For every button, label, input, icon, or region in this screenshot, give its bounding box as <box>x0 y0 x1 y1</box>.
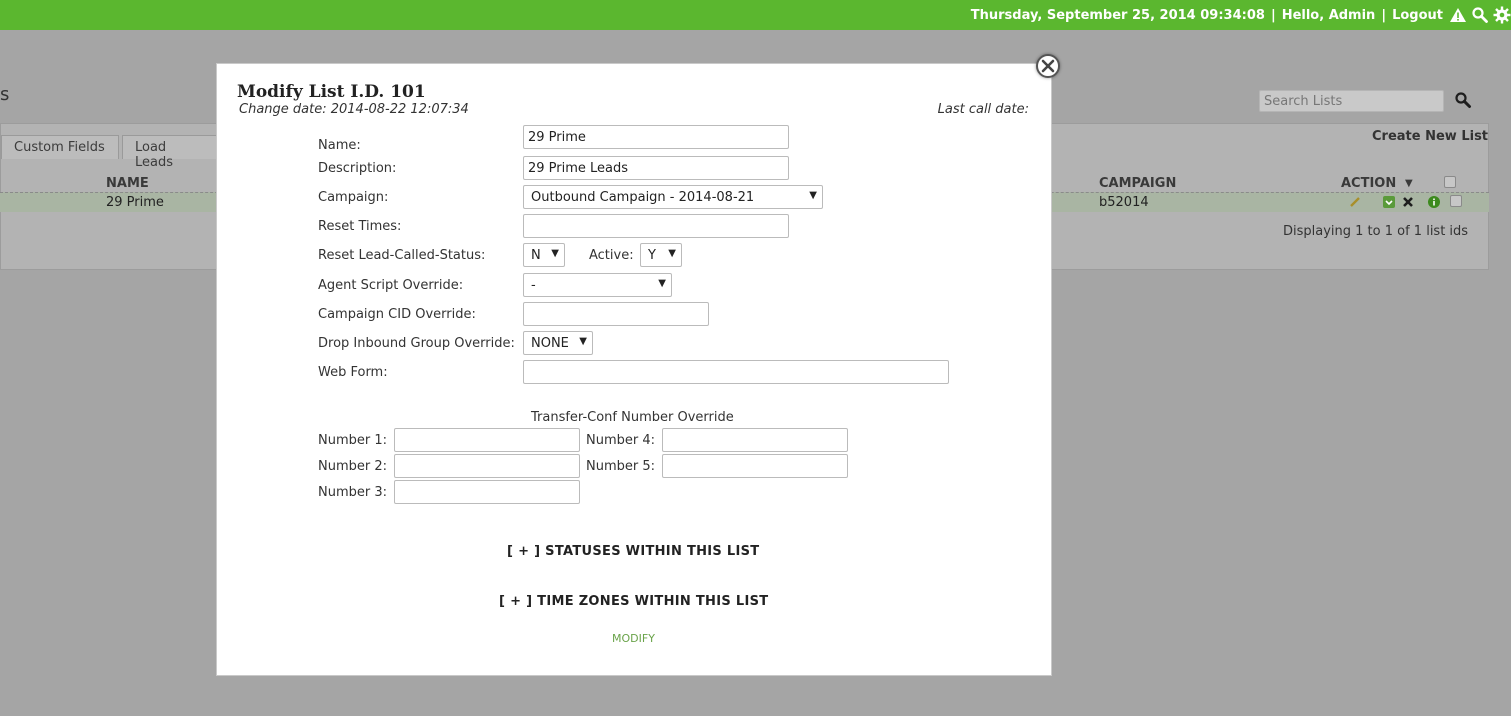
campaign-label: Campaign: <box>318 190 389 205</box>
close-modal-button[interactable] <box>1036 54 1060 78</box>
number-2-input[interactable] <box>394 454 580 478</box>
agent-script-override-select[interactable]: - ▼ <box>523 273 672 297</box>
number-4-label: Number 4: <box>586 433 656 448</box>
chevron-down-icon: ▼ <box>658 278 666 289</box>
column-header-action[interactable]: ACTION <box>1341 176 1396 191</box>
tab-custom-fields[interactable]: Custom Fields <box>1 135 119 159</box>
chevron-down-icon: ▼ <box>809 190 817 201</box>
chevron-down-icon: ▼ <box>579 336 587 347</box>
top-bar: Thursday, September 25, 2014 09:34:08 | … <box>0 0 1511 30</box>
search-icon[interactable] <box>1471 6 1489 24</box>
download-icon[interactable] <box>1383 196 1395 208</box>
campaign-cid-override-label: Campaign CID Override: <box>318 307 476 322</box>
name-input[interactable]: 29 Prime <box>523 125 789 149</box>
change-date-text: Change date: 2014-08-22 12:07:34 <box>239 102 469 117</box>
warning-icon[interactable] <box>1449 6 1467 24</box>
number-3-label: Number 3: <box>318 485 388 500</box>
web-form-input[interactable] <box>523 360 949 384</box>
agent-script-override-label: Agent Script Override: <box>318 278 464 293</box>
row-campaign-cell: b52014 <box>1099 195 1149 210</box>
separator: | <box>1270 7 1276 23</box>
number-4-input[interactable] <box>662 428 848 452</box>
reset-times-input[interactable] <box>523 214 789 238</box>
web-form-label: Web Form: <box>318 365 388 380</box>
modify-list-modal: Modify List I.D. 101 Change date: 2014-0… <box>216 63 1052 676</box>
greeting-text: Hello, Admin <box>1281 7 1376 23</box>
gear-icon[interactable] <box>1493 6 1511 24</box>
time-zones-toggle-link[interactable]: [ + ] TIME ZONES WITHIN THIS LIST <box>499 594 768 609</box>
column-header-name[interactable]: NAME <box>106 176 149 191</box>
active-select[interactable]: Y ▼ <box>640 243 682 267</box>
info-icon[interactable] <box>1428 196 1440 208</box>
row-name-cell: 29 Prime <box>106 195 164 210</box>
number-5-label: Number 5: <box>586 459 656 474</box>
separator: | <box>1381 7 1387 23</box>
logout-link[interactable]: Logout <box>1392 8 1443 23</box>
pagination-summary: Displaying 1 to 1 of 1 list ids <box>1283 224 1469 239</box>
reset-times-label: Reset Times: <box>318 219 402 234</box>
search-lists-input[interactable]: Search Lists <box>1259 90 1444 112</box>
number-1-label: Number 1: <box>318 433 388 448</box>
description-input[interactable]: 29 Prime Leads <box>523 156 789 180</box>
statuses-toggle-link[interactable]: [ + ] STATUSES WITHIN THIS LIST <box>507 544 759 559</box>
pencil-icon[interactable] <box>1349 196 1361 212</box>
drop-inbound-group-override-select[interactable]: NONE ▼ <box>523 331 593 355</box>
modal-title: Modify List I.D. 101 <box>237 82 426 102</box>
modify-button[interactable]: MODIFY <box>612 632 655 645</box>
select-all-checkbox[interactable] <box>1444 176 1456 188</box>
campaign-select[interactable]: Outbound Campaign - 2014-08-21 ▼ <box>523 185 823 209</box>
reset-status-value: N <box>531 248 541 263</box>
chevron-down-icon: ▼ <box>668 248 676 259</box>
delete-icon[interactable] <box>1402 196 1414 212</box>
row-checkbox[interactable] <box>1450 195 1462 207</box>
campaign-select-value: Outbound Campaign - 2014-08-21 <box>531 190 755 205</box>
page-heading-fragment: s <box>0 84 10 105</box>
name-label: Name: <box>318 138 361 153</box>
number-1-input[interactable] <box>394 428 580 452</box>
number-5-input[interactable] <box>662 454 848 478</box>
chevron-down-icon: ▼ <box>551 248 559 259</box>
number-3-input[interactable] <box>394 480 580 504</box>
reset-lead-called-status-label: Reset Lead-Called-Status: <box>318 248 486 263</box>
drop-inbound-group-override-label: Drop Inbound Group Override: <box>318 336 515 351</box>
search-icon[interactable] <box>1454 91 1472 109</box>
last-call-date-text: Last call date: <box>937 102 1029 117</box>
active-value: Y <box>648 248 656 263</box>
drop-inbound-value: NONE <box>531 336 569 351</box>
active-label: Active: <box>589 248 634 263</box>
datetime-text: Thursday, September 25, 2014 09:34:08 <box>970 7 1265 23</box>
chevron-down-icon[interactable]: ▼ <box>1405 178 1413 189</box>
agent-script-value: - <box>531 278 536 293</box>
create-new-list-link[interactable]: Create New List <box>1372 129 1488 144</box>
top-bar-right: Thursday, September 25, 2014 09:34:08 | … <box>971 0 1511 30</box>
reset-lead-called-status-select[interactable]: N ▼ <box>523 243 565 267</box>
close-icon <box>1041 59 1055 73</box>
number-2-label: Number 2: <box>318 459 388 474</box>
column-header-campaign[interactable]: CAMPAIGN <box>1099 176 1176 191</box>
tab-load-leads[interactable]: Load Leads <box>122 135 218 170</box>
description-label: Description: <box>318 161 397 176</box>
transfer-conf-title: Transfer-Conf Number Override <box>531 410 734 425</box>
campaign-cid-override-input[interactable] <box>523 302 709 326</box>
